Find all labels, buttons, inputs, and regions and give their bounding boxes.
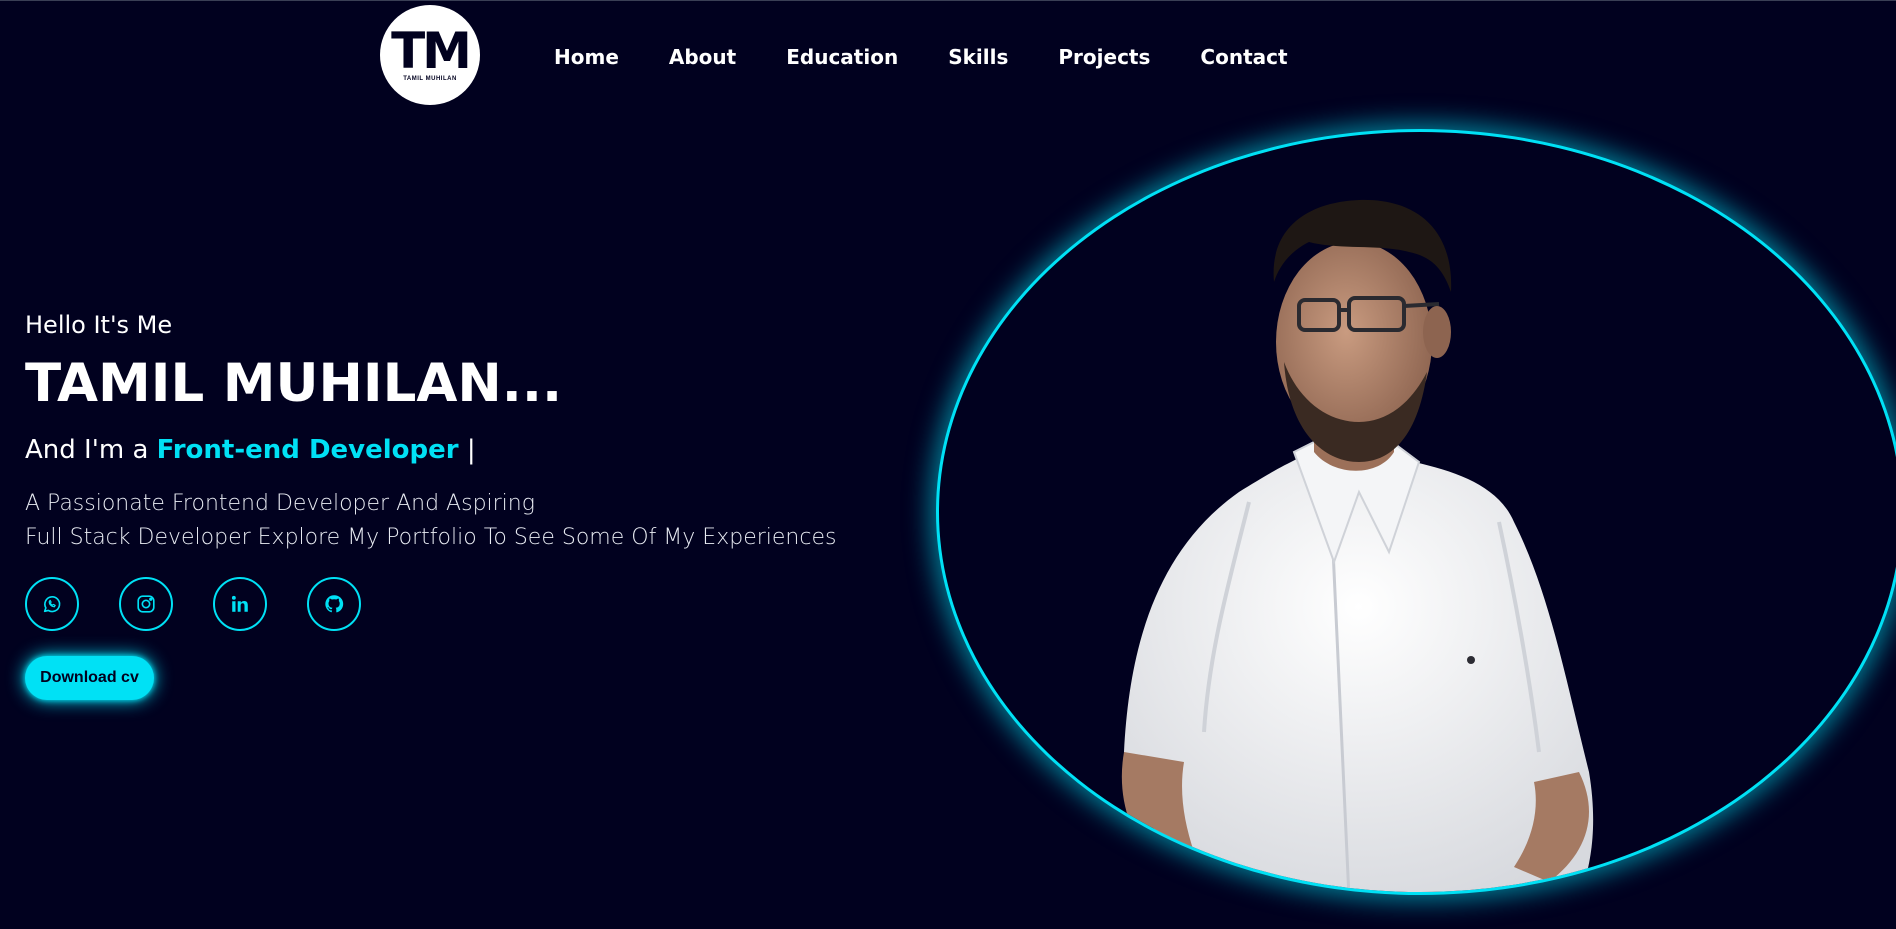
role-highlight: Front-end Developer xyxy=(156,435,459,465)
description-line-1: A Passionate Frontend Developer And Aspi… xyxy=(25,491,535,516)
role-prefix: And I'm a xyxy=(25,435,157,465)
instagram-icon xyxy=(137,595,155,613)
github-link[interactable] xyxy=(307,577,361,631)
nav-education[interactable]: Education xyxy=(786,45,898,69)
portfolio-page: TM TAMIL MUHILAN Home About Education Sk… xyxy=(0,0,1896,929)
hero-name: TAMIL MUHILAN... xyxy=(25,353,563,414)
logo-mark: TM xyxy=(391,22,472,80)
profile-photo-illustration xyxy=(1121,199,1594,892)
hero-greeting: Hello It's Me xyxy=(25,311,173,339)
description-line-2: Full Stack Developer Explore My Portfoli… xyxy=(25,525,837,550)
profile-photo xyxy=(936,129,1896,895)
download-cv-button[interactable]: Download cv xyxy=(25,656,154,700)
instagram-link[interactable] xyxy=(119,577,173,631)
hero-description: A Passionate Frontend Developer And Aspi… xyxy=(25,487,836,555)
whatsapp-icon xyxy=(43,596,61,613)
whatsapp-link[interactable] xyxy=(25,577,79,631)
site-logo[interactable]: TM TAMIL MUHILAN xyxy=(380,5,480,105)
nav-projects[interactable]: Projects xyxy=(1058,45,1150,69)
linkedin-link[interactable] xyxy=(213,577,267,631)
nav-skills[interactable]: Skills xyxy=(948,45,1008,69)
main-nav: Home About Education Skills Projects Con… xyxy=(554,45,1288,69)
typing-cursor: | xyxy=(458,435,476,465)
hero-role: And I'm a Front-end Developer | xyxy=(25,435,476,465)
github-icon xyxy=(325,595,344,613)
social-links xyxy=(25,577,361,631)
logo-subtitle: TAMIL MUHILAN xyxy=(403,76,457,82)
nav-home[interactable]: Home xyxy=(554,45,619,69)
nav-contact[interactable]: Contact xyxy=(1200,45,1287,69)
linkedin-icon xyxy=(231,595,248,612)
nav-about[interactable]: About xyxy=(669,45,736,69)
